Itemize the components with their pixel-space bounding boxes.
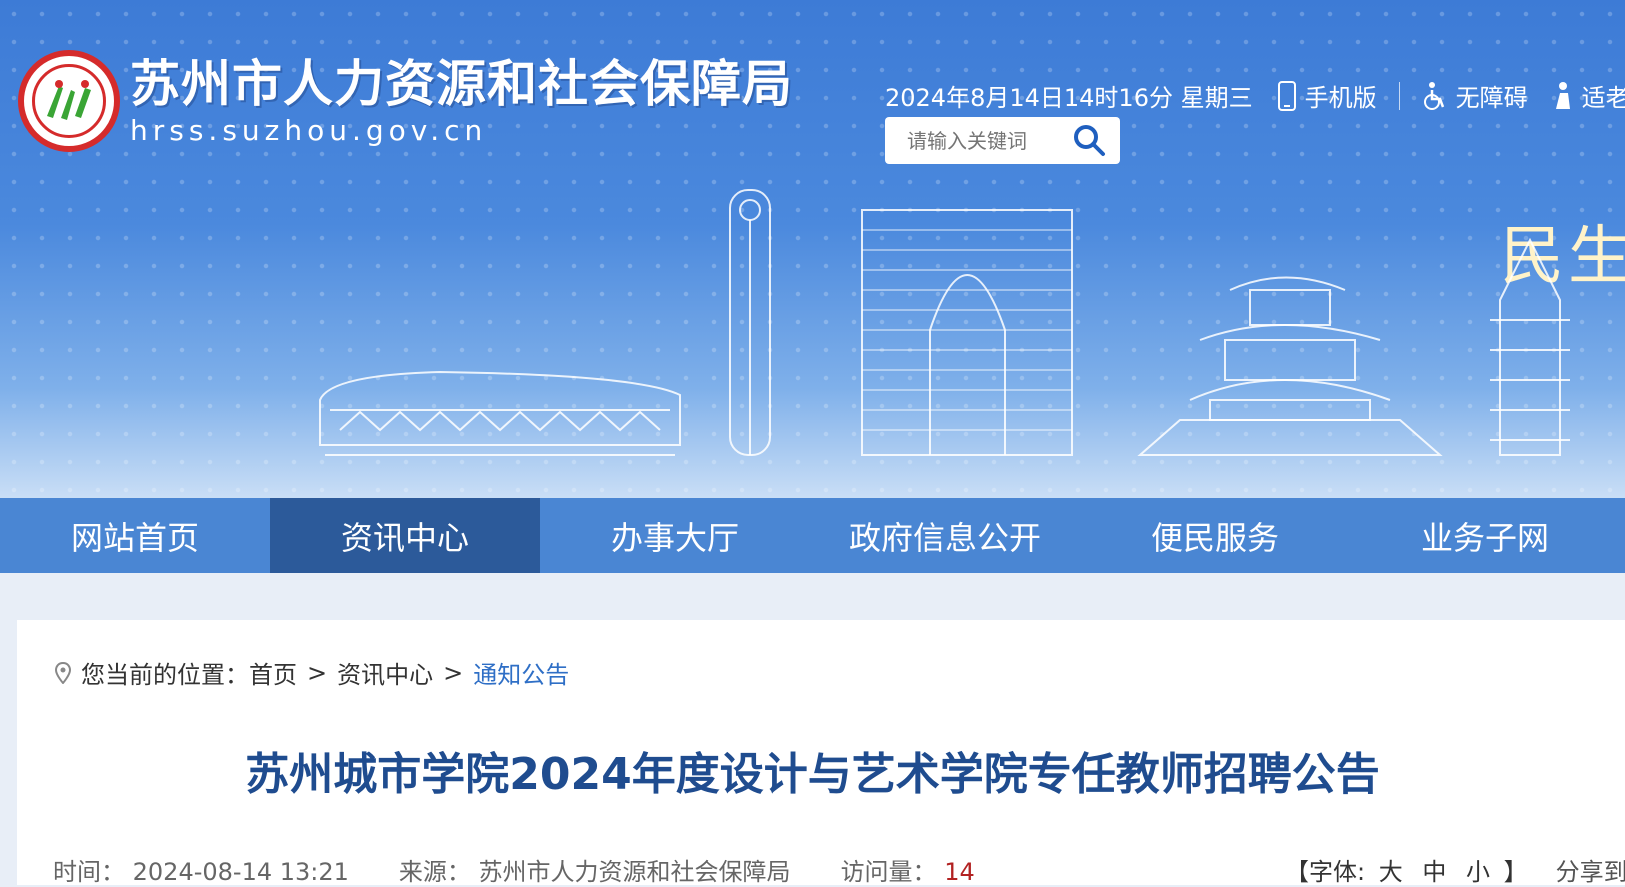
logo-emblem-icon	[18, 50, 120, 152]
publish-time-value: 2024-08-14 13:21	[132, 858, 349, 886]
search-input[interactable]	[905, 127, 1059, 154]
font-size-open: 【字体:	[1285, 858, 1366, 886]
font-size-small[interactable]: 小	[1466, 858, 1490, 886]
current-datetime: 2024年8月14日14时16分 星期三	[885, 84, 1253, 112]
breadcrumb-news-center[interactable]: 资讯中心	[337, 655, 433, 690]
header-banner: 苏州市人力资源和社会保障局 hrss.suzhou.gov.cn 2024年8月…	[0, 0, 1625, 498]
nav-public-services[interactable]: 便民服务	[1080, 498, 1350, 573]
font-size-large[interactable]: 大	[1379, 858, 1403, 886]
breadcrumb-current[interactable]: 通知公告	[473, 655, 569, 690]
nav-gov-info-disclosure[interactable]: 政府信息公开	[810, 498, 1080, 573]
breadcrumb-separator: >	[307, 658, 328, 687]
search-icon	[1074, 125, 1105, 156]
source-label: 来源：	[398, 858, 471, 886]
breadcrumb-separator: >	[443, 658, 464, 687]
location-pin-icon	[55, 661, 71, 684]
nav-news-center[interactable]: 资讯中心	[270, 498, 540, 573]
source-value: 苏州市人力资源和社会保障局	[478, 858, 791, 886]
hits-count: 14	[944, 858, 975, 886]
accessibility-label: 无障碍	[1455, 84, 1528, 112]
nav-business-subsites[interactable]: 业务子网	[1350, 498, 1620, 573]
font-size-medium[interactable]: 中	[1422, 858, 1446, 886]
elderly-mode-label: 适老	[1581, 84, 1625, 112]
share-label: 分享到：	[1555, 858, 1625, 886]
site-domain: hrss.suzhou.gov.cn	[130, 113, 488, 147]
main-navigation: 网站首页 资讯中心 办事大厅 政府信息公开 便民服务 业务子网	[0, 498, 1625, 573]
util-divider	[1398, 81, 1400, 110]
font-size-switcher: 【字体: 大 中 小 】	[1285, 852, 1528, 887]
search-button[interactable]	[1072, 123, 1106, 161]
article-tools: 【字体: 大 中 小 】 分享到：	[1285, 852, 1625, 887]
breadcrumb-home[interactable]: 首页	[249, 655, 297, 690]
publish-time-label: 时间：	[53, 858, 125, 886]
hits-label: 访问量：	[840, 858, 937, 886]
mobile-version-link[interactable]: 手机版	[1277, 78, 1377, 113]
breadcrumb-prefix: 您当前的位置：	[81, 661, 249, 689]
nav-home[interactable]: 网站首页	[0, 498, 270, 573]
city-skyline-illustration	[319, 189, 1570, 456]
font-size-close: 】	[1503, 858, 1528, 886]
accessibility-link[interactable]: 无障碍	[1422, 78, 1528, 113]
site-logo[interactable]: 苏州市人力资源和社会保障局 hrss.suzhou.gov.cn	[18, 50, 793, 152]
elderly-mode-link[interactable]: 适老	[1550, 78, 1625, 113]
article-title: 苏州城市学院2024年度设计与艺术学院专任教师招聘公告	[245, 749, 1380, 800]
nav-service-hall[interactable]: 办事大厅	[540, 498, 810, 573]
site-title: 苏州市人力资源和社会保障局	[130, 54, 793, 113]
mobile-phone-icon	[1277, 80, 1296, 111]
breadcrumb: 您当前的位置： 首页 > 资讯中心 > 通知公告	[55, 655, 569, 690]
elderly-person-icon	[1555, 81, 1570, 109]
top-utility-bar: 2024年8月14日14时16分 星期三 手机版 无障碍 适老	[885, 78, 1625, 113]
search-box	[885, 117, 1120, 164]
mobile-version-label: 手机版	[1304, 84, 1377, 112]
article-meta: 时间： 2024-08-14 13:21 来源： 苏州市人力资源和社会保障局 访…	[53, 852, 1025, 887]
wheelchair-icon	[1423, 81, 1444, 110]
